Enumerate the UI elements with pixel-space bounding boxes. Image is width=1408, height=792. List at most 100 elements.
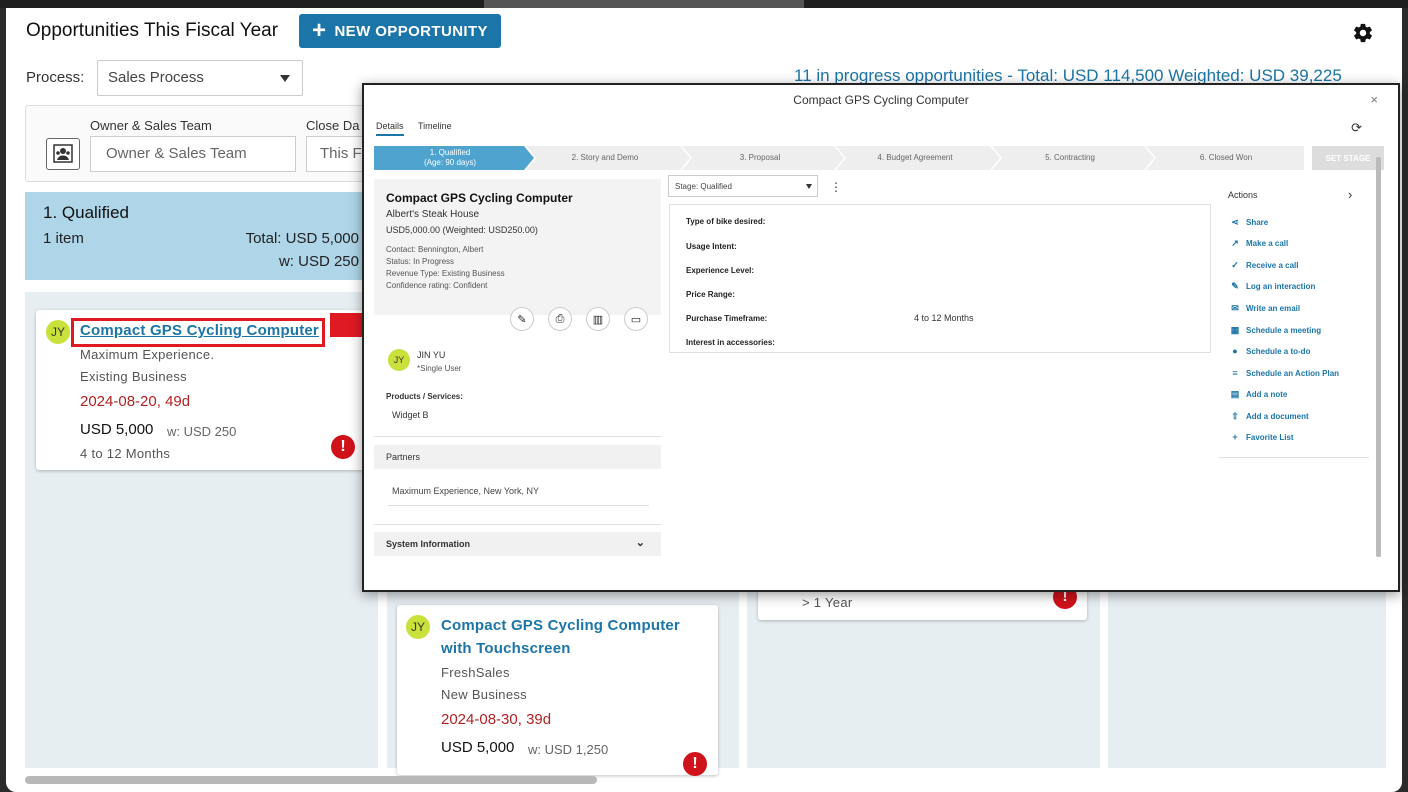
divider: [374, 436, 661, 437]
stage-select[interactable]: Stage: Qualified: [668, 175, 818, 197]
stage-story-demo[interactable]: 2. Story and Demo: [528, 146, 682, 170]
action-add-document[interactable]: ⇧ Add a document: [1228, 411, 1309, 422]
upload-icon: ⇧: [1231, 411, 1239, 421]
business-type: New Business: [441, 687, 527, 702]
close-date-label: Close Da: [306, 118, 360, 133]
column-title: 1. Qualified: [43, 203, 129, 222]
field-label: Usage Intent:: [686, 242, 737, 251]
process-select-value: Sales Process: [108, 69, 204, 86]
chevron-right-icon[interactable]: ›: [1348, 187, 1352, 202]
caret-down-icon: [280, 75, 290, 82]
actions-title: Actions: [1228, 190, 1258, 200]
summary-status: Status: In Progress: [386, 257, 455, 266]
action-schedule-action-plan[interactable]: ≡ Schedule an Action Plan: [1228, 368, 1339, 378]
weighted-amount: w: USD 1,250: [528, 742, 609, 757]
book-icon[interactable]: ▥: [586, 307, 610, 331]
action-make-call[interactable]: ↗ Make a call: [1228, 238, 1288, 249]
field-label: Experience Level:: [686, 266, 755, 275]
amount: USD 5,000: [441, 739, 515, 756]
stage-budget-agreement[interactable]: 4. Budget Agreement: [838, 146, 992, 170]
stage-age: (Age: 90 days): [423, 158, 477, 167]
horizontal-scrollbar[interactable]: [25, 776, 597, 784]
action-label: Log an interaction: [1246, 282, 1316, 291]
field-value: 4 to 12 Months: [914, 313, 974, 323]
gear-icon[interactable]: [1352, 22, 1374, 44]
avatar: JY: [388, 349, 410, 371]
products-label: Products / Services:: [386, 392, 463, 401]
stage-select-value: Stage: Qualified: [675, 182, 732, 191]
vertical-scrollbar[interactable]: [1376, 157, 1381, 557]
action-label: Add a document: [1246, 412, 1309, 421]
team-filter-icon[interactable]: [46, 138, 80, 170]
column-count: 1 item: [43, 230, 84, 247]
opportunity-title-link-line2[interactable]: with Touchscreen: [441, 640, 571, 657]
action-receive-call[interactable]: ✓ Receive a call: [1228, 260, 1298, 271]
action-label: Schedule an Action Plan: [1246, 369, 1340, 378]
action-log-interaction[interactable]: ✎ Log an interaction: [1228, 281, 1315, 292]
print-icon[interactable]: ⎙: [548, 307, 572, 331]
tab-timeline[interactable]: Timeline: [418, 121, 452, 131]
action-write-email[interactable]: ✉ Write an email: [1228, 303, 1300, 314]
opportunity-title-link[interactable]: Compact GPS Cycling Computer: [441, 617, 680, 634]
close-icon[interactable]: ×: [1370, 92, 1378, 107]
stage-contracting[interactable]: 5. Contracting: [994, 146, 1146, 170]
plus-icon: +: [312, 17, 327, 44]
action-schedule-meeting[interactable]: ▦ Schedule a meeting: [1228, 325, 1321, 336]
stage-closed-won[interactable]: 6. Closed Won: [1148, 146, 1304, 170]
partner-value[interactable]: Maximum Experience, New York, NY: [392, 486, 539, 496]
owner-role: *Single User: [417, 364, 462, 373]
process-select[interactable]: Sales Process: [97, 60, 303, 96]
opportunity-summary-card: Compact GPS Cycling Computer Albert's St…: [374, 179, 661, 315]
column-total: Total: USD 5,000: [245, 230, 359, 247]
timeframe: 4 to 12 Months: [80, 446, 171, 461]
action-share[interactable]: ⋖ Share: [1228, 217, 1268, 228]
opportunity-card[interactable]: JY Compact GPS Cycling Computer with Tou…: [397, 605, 718, 776]
stage-name: 6. Closed Won: [1199, 153, 1253, 162]
field-label: Purchase Timeframe:: [686, 314, 768, 323]
stage-proposal[interactable]: 3. Proposal: [684, 146, 836, 170]
stage-qualified[interactable]: 1. Qualified (Age: 90 days): [374, 146, 526, 170]
stage-name: 1. Qualified: [429, 148, 471, 157]
share-icon: ⋖: [1231, 217, 1239, 227]
edit-box-icon: ✎: [1231, 281, 1239, 291]
field-label: Price Range:: [686, 290, 735, 299]
caret-down-icon: [806, 184, 812, 189]
divider: [1219, 457, 1369, 458]
action-label: Add a note: [1246, 390, 1288, 399]
browser-tab[interactable]: [484, 0, 804, 8]
alert-icon[interactable]: !: [331, 435, 355, 459]
summary-money: USD5,000.00 (Weighted: USD250.00): [386, 225, 538, 235]
page-title: Opportunities This Fiscal Year: [26, 20, 279, 41]
set-stage-button[interactable]: SET STAGE: [1312, 146, 1384, 170]
action-add-note[interactable]: ▤ Add a note: [1228, 389, 1288, 400]
divider: [388, 505, 649, 506]
products-value: Widget B: [392, 410, 429, 420]
summary-revenue: Revenue Type: Existing Business: [386, 269, 505, 278]
highlight-box: [71, 318, 325, 347]
chevron-down-icon: ⌄: [635, 537, 645, 549]
process-label: Process:: [26, 69, 85, 86]
business-type: Existing Business: [80, 369, 187, 384]
tab-details[interactable]: Details: [376, 121, 404, 136]
owner-name: JIN YU: [417, 350, 446, 360]
action-label: Schedule a to-do: [1246, 347, 1311, 356]
owner-team-input[interactable]: Owner & Sales Team: [90, 136, 296, 172]
list-icon: ≡: [1232, 368, 1238, 378]
action-label: Share: [1246, 218, 1269, 227]
company-name: Maximum Experience.: [80, 347, 215, 362]
field-label: Interest in accessories:: [686, 338, 775, 347]
screen-icon[interactable]: ▭: [624, 307, 648, 331]
edit-icon[interactable]: ✎: [510, 307, 534, 331]
action-favorite-list[interactable]: + Favorite List: [1228, 432, 1293, 442]
system-information-label: System Information: [386, 539, 471, 549]
column-weighted: w: USD 250: [278, 253, 359, 270]
close-date: 2024-08-20, 49d: [80, 393, 191, 410]
new-opportunity-button[interactable]: + NEW OPPORTUNITY: [299, 14, 501, 48]
field-label: Type of bike desired:: [686, 217, 766, 226]
company-name: FreshSales: [441, 665, 510, 680]
alert-icon[interactable]: !: [683, 752, 707, 776]
more-options-icon[interactable]: ⋮: [830, 180, 842, 194]
system-information-header[interactable]: System Information ⌄: [374, 532, 661, 556]
refresh-icon[interactable]: ⟳: [1351, 120, 1362, 136]
action-schedule-todo[interactable]: ● Schedule a to-do: [1228, 346, 1310, 356]
